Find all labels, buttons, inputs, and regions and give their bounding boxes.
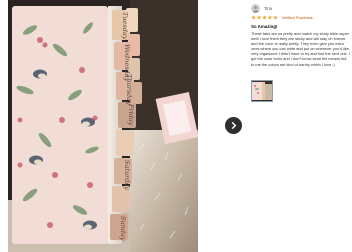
star-icon [256, 15, 262, 20]
bible-photo-image: Tuesday Wednesday Thursday Friday Saturd… [0, 0, 245, 252]
chevron-right-icon [231, 121, 237, 130]
reviewer-name[interactable]: Tina [264, 6, 272, 11]
reviewer-row: Tina [251, 4, 272, 13]
star-rating [251, 15, 279, 20]
star-icon [273, 15, 278, 20]
star-icon [267, 15, 273, 20]
thumbnail-image [252, 81, 272, 101]
tab-label: Tuesday [121, 12, 129, 40]
next-image-button[interactable] [225, 117, 242, 134]
tab-label: Sunday [119, 216, 127, 241]
tab-label: Thursday [125, 74, 133, 105]
tab-label: Saturday [123, 160, 131, 190]
verified-purchase-badge: Verified Purchase [281, 15, 313, 20]
star-icon [262, 15, 267, 20]
review-image-thumbnail[interactable] [251, 80, 273, 102]
tab-label: Friday [127, 103, 135, 126]
review-title: So Amazing! [251, 24, 278, 29]
review-photo: Tuesday Wednesday Thursday Friday Saturd… [0, 0, 245, 252]
avatar[interactable] [251, 4, 260, 13]
review-panel: Tina Verified Purchase So Amazing! These… [248, 0, 352, 252]
star-icon [251, 15, 256, 20]
review-body: These tabs are so pretty and match my st… [251, 31, 350, 67]
rating-row: Verified Purchase [251, 15, 313, 20]
